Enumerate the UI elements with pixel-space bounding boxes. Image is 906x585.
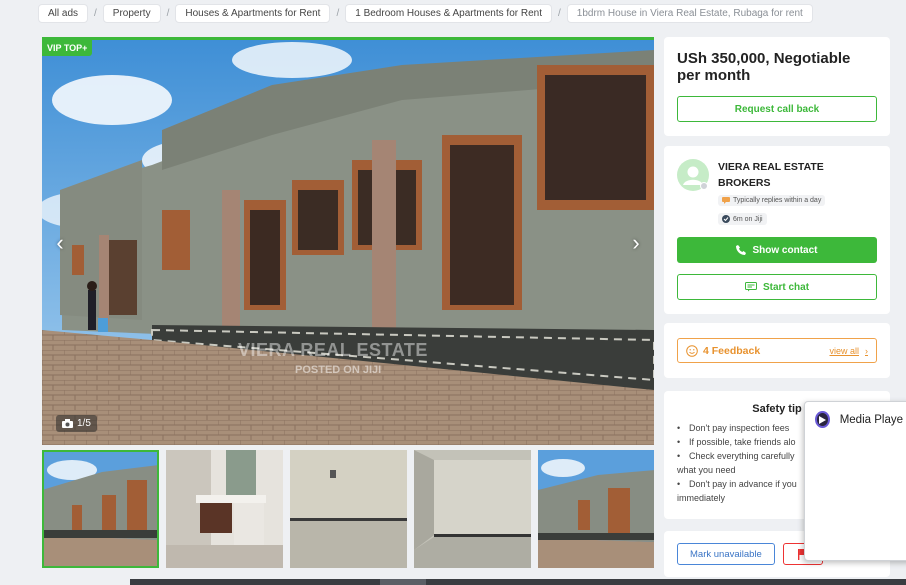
breadcrumb-separator: / <box>558 7 561 19</box>
gallery-next-arrow-icon[interactable]: › <box>624 230 648 256</box>
show-contact-button[interactable]: Show contact <box>677 237 877 263</box>
taskbar-segment <box>380 579 426 585</box>
feedback-count: 4 Feedback <box>703 344 761 357</box>
chevron-right-icon: › <box>865 345 868 356</box>
request-callback-label: Request call back <box>734 103 820 115</box>
photo-counter: 1/5 <box>56 415 97 432</box>
thumbnail-2[interactable] <box>166 450 283 568</box>
reply-time-text: Typically replies within a day <box>733 197 822 204</box>
mark-unavailable-label: Mark unavailable <box>690 548 762 560</box>
seller-card: VIERA REAL ESTATE BROKERS Typically repl… <box>664 146 890 314</box>
request-callback-button[interactable]: Request call back <box>677 96 877 122</box>
listing-price: USh 350,000, Negotiable per month <box>677 50 851 84</box>
camera-icon <box>62 419 73 428</box>
breadcrumb-separator: / <box>336 7 340 19</box>
main-photo[interactable] <box>42 40 654 445</box>
chat-bubble-icon <box>722 197 730 204</box>
photo-watermark: VIERA REAL ESTATE <box>238 340 428 360</box>
thumbnail-5[interactable] <box>538 450 654 568</box>
price-card: USh 350,000, Negotiable per month Reques… <box>664 37 890 136</box>
verified-check-icon <box>722 215 730 223</box>
seller-name-line2[interactable]: BROKERS <box>718 175 825 191</box>
gallery-prev-arrow-icon[interactable]: ‹ <box>48 230 72 256</box>
feedback-button[interactable]: 4 Feedback view all › <box>677 338 877 363</box>
photo-watermark-sub: POSTED ON JIJI <box>295 364 382 376</box>
breadcrumb-separator: / <box>94 7 97 19</box>
breadcrumb: All ads / Property / Houses & Apartments… <box>38 3 813 23</box>
user-icon <box>683 166 708 190</box>
membership-duration-text: 6m on Jiji <box>733 215 763 223</box>
phone-icon <box>736 245 747 255</box>
view-all-feedback-link[interactable]: view all <box>829 346 859 356</box>
membership-duration-badge: 6m on Jiji <box>718 213 767 225</box>
media-player-label: Media Playe <box>839 413 903 426</box>
breadcrumb-all-ads[interactable]: All ads <box>38 3 89 23</box>
photo-counter-text: 1/5 <box>77 418 91 429</box>
media-player-popup[interactable]: Media Playe <box>804 401 906 561</box>
breadcrumb-houses-for-rent[interactable]: Houses & Apartments for Rent <box>175 3 331 23</box>
start-chat-button[interactable]: Start chat <box>677 274 877 300</box>
breadcrumb-separator: / <box>166 7 170 19</box>
breadcrumb-1-bedroom[interactable]: 1 Bedroom Houses & Apartments for Rent <box>345 3 552 23</box>
mark-unavailable-button[interactable]: Mark unavailable <box>677 543 775 565</box>
media-player-icon <box>815 411 830 428</box>
thumbnail-4[interactable] <box>414 450 531 568</box>
smiley-icon <box>686 344 698 357</box>
thumbnail-3[interactable] <box>290 450 407 568</box>
feedback-card: 4 Feedback view all › <box>664 323 890 378</box>
vip-badge: VIP TOP+ <box>42 40 93 56</box>
taskbar-strip <box>130 579 906 585</box>
thumbnail-1[interactable] <box>42 450 159 568</box>
show-contact-label: Show contact <box>752 244 818 256</box>
start-chat-label: Start chat <box>762 281 810 293</box>
thumbnail-strip <box>42 450 654 568</box>
seller-name-line1[interactable]: VIERA REAL ESTATE <box>718 159 825 175</box>
main-photo-gallery[interactable]: VIP TOP+ ‹ › VIERA REAL ESTATE POSTED ON… <box>42 37 654 445</box>
reply-time-badge: Typically replies within a day <box>718 195 826 206</box>
breadcrumb-property[interactable]: Property <box>102 3 161 23</box>
chat-icon <box>744 282 757 292</box>
seller-avatar[interactable] <box>677 159 709 191</box>
breadcrumb-current: 1bdrm House in Viera Real Estate, Rubaga… <box>566 3 813 23</box>
